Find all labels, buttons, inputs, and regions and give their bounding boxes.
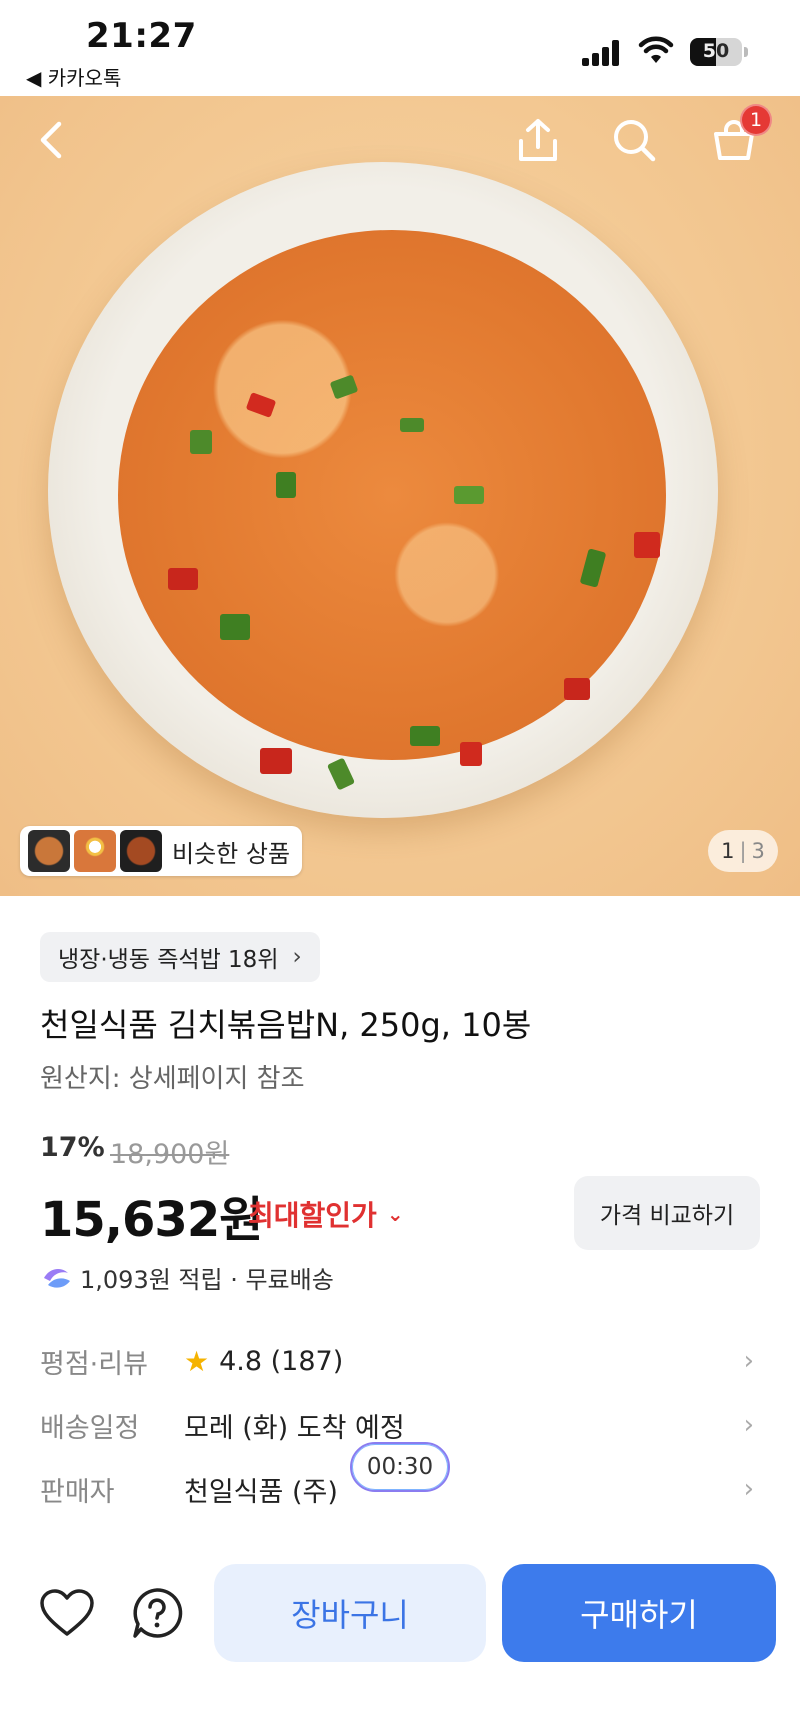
search-button[interactable] — [604, 110, 664, 170]
heart-icon — [40, 1589, 94, 1636]
product-title: 천일식품 김치볶음밥N, 250g, 10봉 — [40, 1006, 532, 1044]
product-image[interactable] — [0, 96, 800, 896]
page-separator: | — [739, 839, 747, 863]
points-text: 1,093원 적립 · 무료배송 — [80, 1266, 334, 1294]
help-button[interactable] — [128, 1584, 186, 1642]
price-compare-button[interactable]: 가격 비교하기 — [574, 1176, 760, 1250]
product-origin: 원산지: 상세페이지 참조 — [40, 1064, 305, 1094]
signal-icon — [582, 40, 626, 66]
chevron-right-icon: › — [292, 944, 302, 970]
discount-rate: 17% — [40, 1132, 105, 1163]
points-shipping-info: 1,093원 적립 · 무료배송 — [42, 1260, 334, 1295]
similar-thumb-1 — [28, 830, 70, 872]
delivery-schedule-value: 모레 (화) 도착 예정 — [184, 1412, 405, 1444]
similar-thumb-2 — [74, 830, 116, 872]
help-icon — [133, 1588, 183, 1638]
battery-icon: 50 — [690, 38, 742, 66]
original-price: 18,900원 — [110, 1139, 230, 1170]
bottom-action-bar: 장바구니 구매하기 — [0, 1540, 800, 1731]
similar-products-label: 비슷한 상품 — [172, 839, 291, 868]
max-discount-dropdown[interactable]: 최대할인가 ⌄ — [248, 1194, 404, 1234]
cart-count-badge: 1 — [740, 104, 772, 136]
points-icon — [44, 1268, 70, 1288]
share-button[interactable] — [508, 110, 568, 170]
wishlist-button[interactable] — [38, 1584, 96, 1642]
max-discount-label: 최대할인가 — [248, 1199, 377, 1232]
timer-badge[interactable]: 00:30 — [350, 1442, 450, 1492]
battery-percent: 50 — [702, 40, 730, 62]
add-to-cart-button[interactable]: 장바구니 — [214, 1564, 486, 1662]
wifi-icon — [638, 36, 674, 63]
search-icon — [614, 120, 656, 162]
chevron-right-icon: › — [743, 1474, 754, 1504]
rating-review-row[interactable]: 평점·리뷰 ★ 4.8 (187) › — [40, 1336, 760, 1386]
page-total: 3 — [751, 839, 765, 863]
back-icon — [40, 121, 62, 159]
seller-value: 천일식품 (주) — [184, 1476, 338, 1508]
page-current: 1 — [721, 839, 735, 863]
star-icon: ★ — [184, 1344, 210, 1378]
rating-review-label: 평점·리뷰 — [40, 1348, 148, 1380]
chevron-down-icon: ⌄ — [386, 1202, 404, 1226]
similar-thumb-3 — [120, 830, 162, 872]
chevron-right-icon: › — [743, 1346, 754, 1376]
seller-label: 판매자 — [40, 1476, 115, 1508]
category-rank-label: 냉장·냉동 즉석밥 18위 — [58, 947, 279, 973]
buy-now-button[interactable]: 구매하기 — [502, 1564, 776, 1662]
rating-value: 4.8 (187) — [219, 1345, 344, 1377]
sale-price: 15,632원 — [40, 1192, 263, 1248]
status-bar: 21:27 ◀ 카카오톡 50 — [0, 0, 800, 96]
category-rank-chip[interactable]: 냉장·냉동 즉석밥 18위 › — [40, 932, 320, 982]
image-page-indicator: 1 | 3 — [708, 830, 778, 872]
chevron-right-icon: › — [743, 1410, 754, 1440]
back-button[interactable] — [22, 110, 82, 170]
status-time: 21:27 — [86, 16, 197, 56]
similar-products-button[interactable]: 비슷한 상품 — [20, 826, 302, 876]
delivery-schedule-label: 배송일정 — [40, 1412, 140, 1444]
back-to-app-link[interactable]: ◀ 카카오톡 — [26, 62, 121, 91]
share-icon — [519, 119, 557, 161]
